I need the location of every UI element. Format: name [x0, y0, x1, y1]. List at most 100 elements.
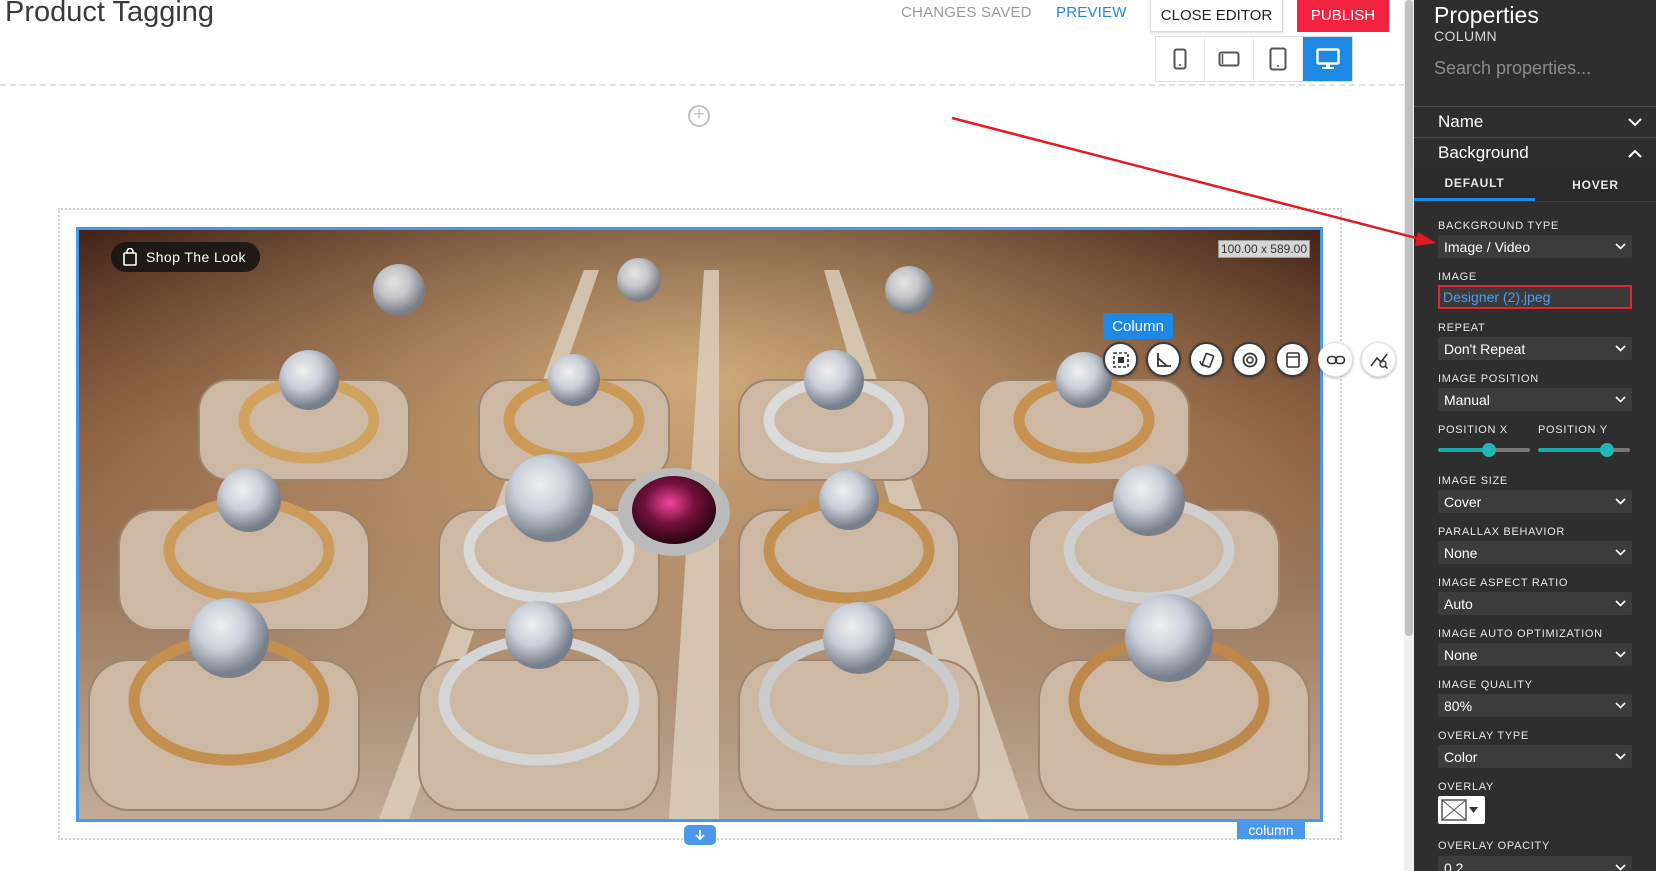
- properties-panel: Properties COLUMN Name Background DEFAUL…: [1414, 0, 1656, 871]
- arrow-down-icon: [695, 830, 705, 841]
- overlay-opacity-label: OVERLAY OPACITY: [1438, 840, 1550, 852]
- chevron-down-icon: [1615, 702, 1626, 709]
- layers-icon: [1242, 352, 1257, 367]
- overlay-type-label: OVERLAY TYPE: [1438, 730, 1529, 742]
- repeat-select[interactable]: Don't Repeat: [1438, 337, 1632, 360]
- publish-button[interactable]: PUBLISH: [1297, 0, 1389, 32]
- page-title: Product Tagging: [5, 0, 215, 28]
- link-button[interactable]: [1318, 342, 1353, 377]
- magic-button[interactable]: [1361, 342, 1396, 377]
- background-type-label: BACKGROUND TYPE: [1438, 220, 1559, 232]
- chevron-down-icon: [1615, 753, 1626, 760]
- aspect-ratio-label: IMAGE ASPECT RATIO: [1438, 577, 1569, 589]
- chevron-down-icon: [1615, 600, 1626, 607]
- mobile-portrait-button[interactable]: [1156, 37, 1205, 81]
- caret-down-icon: [1469, 807, 1478, 813]
- position-x-slider[interactable]: [1438, 440, 1530, 460]
- move-down-button[interactable]: [684, 825, 716, 845]
- close-editor-button[interactable]: CLOSE EDITOR: [1150, 0, 1283, 32]
- device-switcher: [1155, 36, 1353, 82]
- image-size-select[interactable]: Cover: [1438, 490, 1632, 513]
- image-size-value: Cover: [1444, 493, 1482, 510]
- repeat-label: REPEAT: [1438, 322, 1486, 334]
- overlay-color-picker[interactable]: [1438, 796, 1485, 824]
- name-section-label: Name: [1438, 112, 1484, 131]
- magic-icon: [1369, 353, 1388, 369]
- overlay-type-select[interactable]: Color: [1438, 745, 1632, 768]
- chevron-down-icon: [1615, 243, 1626, 250]
- overlay-label: OVERLAY: [1438, 781, 1495, 793]
- panel-title: Properties: [1434, 2, 1539, 28]
- rotate-icon: [1198, 352, 1214, 368]
- aspect-ratio-select[interactable]: Auto: [1438, 592, 1632, 615]
- image-label: IMAGE: [1438, 271, 1477, 283]
- image-quality-select[interactable]: 80%: [1438, 694, 1632, 717]
- changes-saved-status: CHANGES SAVED: [901, 4, 1032, 21]
- link-icon: [1326, 355, 1345, 364]
- chevron-down-icon: [1615, 651, 1626, 658]
- shop-the-look-label: Shop The Look: [146, 249, 246, 265]
- dimension-label: 100.00 x 589.00: [1217, 240, 1310, 258]
- auto-optimization-select[interactable]: None: [1438, 643, 1632, 666]
- parallax-label: PARALLAX BEHAVIOR: [1438, 526, 1566, 538]
- chevron-down-icon: [1628, 117, 1642, 126]
- image-position-value: Manual: [1444, 391, 1490, 408]
- add-section-icon[interactable]: +: [688, 105, 710, 127]
- auto-optimization-value: None: [1444, 646, 1478, 663]
- canvas-scrollbar-thumb[interactable]: [1405, 0, 1413, 636]
- desktop-button[interactable]: [1303, 37, 1352, 81]
- slider-knob[interactable]: [1600, 443, 1615, 457]
- repeat-value: Don't Repeat: [1444, 340, 1526, 357]
- image-quality-label: IMAGE QUALITY: [1438, 679, 1533, 691]
- transparent-swatch-icon: [1441, 799, 1467, 821]
- chevron-down-icon: [1615, 396, 1626, 403]
- chevron-down-icon: [1615, 345, 1626, 352]
- image-quality-value: 80%: [1444, 697, 1473, 714]
- tab-hover[interactable]: HOVER: [1535, 168, 1656, 201]
- rotate-button[interactable]: [1189, 342, 1224, 377]
- desktop-icon: [1315, 48, 1340, 69]
- slider-knob[interactable]: [1481, 443, 1496, 457]
- select-area-button[interactable]: [1103, 342, 1138, 377]
- preview-link[interactable]: PREVIEW: [1056, 4, 1127, 21]
- image-position-select[interactable]: Manual: [1438, 388, 1632, 411]
- chevron-up-icon: [1628, 149, 1642, 158]
- parallax-select[interactable]: None: [1438, 541, 1632, 564]
- background-section-header[interactable]: Background: [1414, 137, 1656, 168]
- chevron-down-icon: [1615, 864, 1626, 871]
- column-toolbar: [1103, 342, 1396, 378]
- overlay-opacity-select[interactable]: 0.2: [1438, 856, 1632, 871]
- background-type-value: Image / Video: [1444, 238, 1531, 255]
- position-y-slider[interactable]: [1538, 440, 1630, 460]
- ruler-angle-icon: [1156, 352, 1171, 367]
- tablet-button[interactable]: [1254, 37, 1303, 81]
- properties-search-input[interactable]: [1434, 58, 1634, 79]
- name-section-header[interactable]: Name: [1414, 106, 1656, 137]
- background-section-label: Background: [1438, 143, 1529, 162]
- overlay-opacity-value: 0.2: [1444, 859, 1464, 871]
- column-label: column: [1237, 821, 1305, 839]
- background-type-select[interactable]: Image / Video: [1438, 235, 1632, 258]
- chevron-down-icon: [1615, 498, 1626, 505]
- tab-default[interactable]: DEFAULT: [1414, 168, 1535, 201]
- aspect-ratio-value: Auto: [1444, 595, 1473, 612]
- mobile-landscape-button[interactable]: [1205, 37, 1254, 81]
- shopping-bag-icon: [123, 248, 137, 266]
- select-area-icon: [1112, 351, 1129, 368]
- parallax-value: None: [1444, 544, 1478, 561]
- column-tag: Column: [1103, 313, 1173, 339]
- panel-subtitle: COLUMN: [1434, 28, 1498, 44]
- layers-button[interactable]: [1232, 342, 1267, 377]
- crop-button[interactable]: [1275, 342, 1310, 377]
- image-file-link[interactable]: Designer (2).jpeg: [1438, 285, 1632, 309]
- ruler-angle-button[interactable]: [1146, 342, 1181, 377]
- position-y-label: POSITION Y: [1538, 424, 1608, 436]
- position-x-label: POSITION X: [1438, 424, 1508, 436]
- image-position-label: IMAGE POSITION: [1438, 373, 1539, 385]
- shop-the-look-button[interactable]: Shop The Look: [111, 242, 260, 272]
- crop-icon: [1285, 351, 1300, 368]
- tablet-icon: [1269, 47, 1287, 71]
- overlay-type-value: Color: [1444, 748, 1478, 765]
- image-size-label: IMAGE SIZE: [1438, 475, 1508, 487]
- header-divider: [0, 84, 1405, 86]
